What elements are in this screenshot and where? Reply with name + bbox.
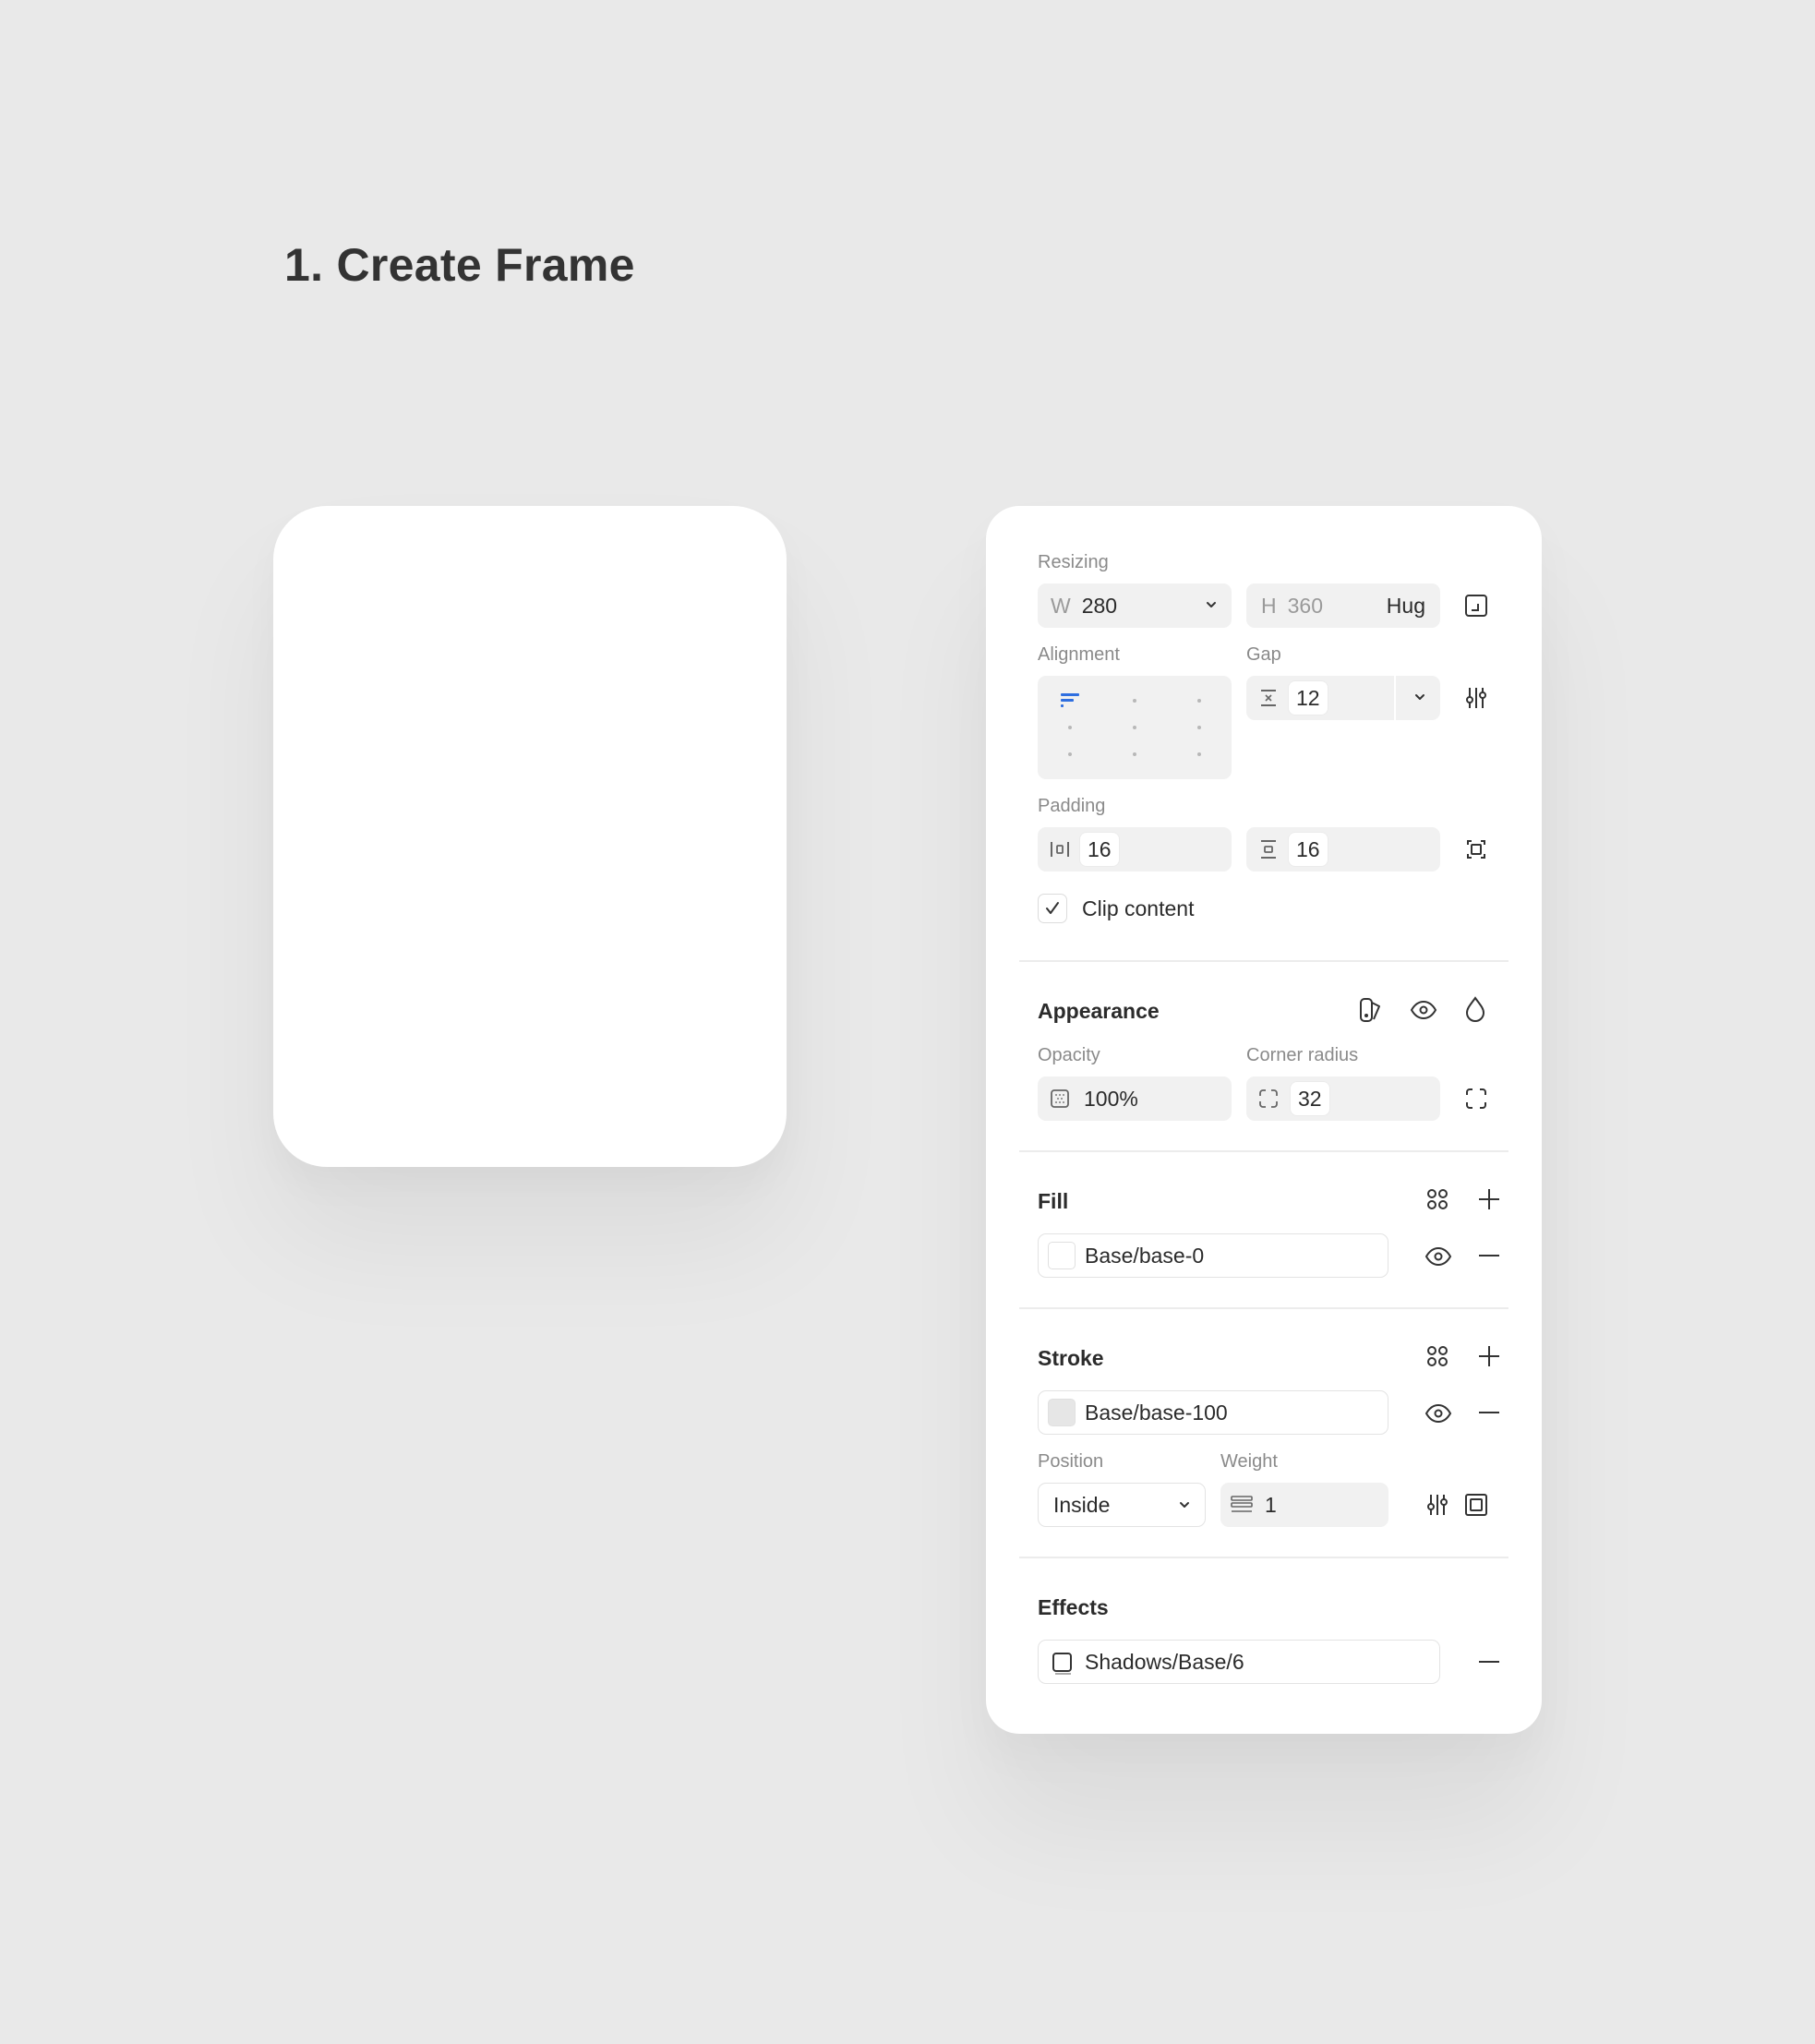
corner-radius-field[interactable]: 32 bbox=[1246, 1076, 1440, 1121]
stroke-sides-icon[interactable] bbox=[1463, 1492, 1489, 1518]
height-mode[interactable]: Hug bbox=[1387, 594, 1425, 619]
width-value[interactable]: 280 bbox=[1082, 594, 1117, 619]
section-divider bbox=[1019, 1307, 1508, 1309]
padding-horizontal-icon bbox=[1049, 838, 1071, 860]
section-divider bbox=[1019, 960, 1508, 962]
clip-content-checkbox[interactable] bbox=[1038, 894, 1067, 923]
align-middle-right-dot[interactable] bbox=[1197, 726, 1201, 729]
stroke-position-label: Position bbox=[1038, 1451, 1104, 1472]
align-top-right-dot[interactable] bbox=[1197, 699, 1201, 703]
stroke-style-value[interactable]: Base/base-100 bbox=[1085, 1401, 1228, 1425]
check-icon bbox=[1046, 902, 1059, 914]
resizing-label: Resizing bbox=[1038, 552, 1109, 572]
drop-icon[interactable] bbox=[1460, 995, 1490, 1025]
effects-style-field[interactable]: Shadows/Base/6 bbox=[1038, 1640, 1440, 1684]
align-bottom-right-dot[interactable] bbox=[1197, 752, 1201, 756]
remove-fill-icon[interactable] bbox=[1475, 1242, 1503, 1269]
padding-vertical-icon bbox=[1257, 838, 1280, 860]
chevron-down-icon[interactable] bbox=[1412, 690, 1427, 704]
sliders-icon[interactable] bbox=[1463, 685, 1489, 711]
chevron-down-icon[interactable] bbox=[1204, 597, 1219, 612]
corner-radius-value[interactable]: 32 bbox=[1291, 1082, 1329, 1115]
add-fill-icon[interactable] bbox=[1475, 1185, 1503, 1213]
stroke-position-value[interactable]: Inside bbox=[1053, 1493, 1110, 1518]
gap-divider bbox=[1394, 676, 1396, 720]
corner-radius-label: Corner radius bbox=[1246, 1045, 1359, 1065]
effects-style-value[interactable]: Shadows/Base/6 bbox=[1085, 1650, 1244, 1675]
frame-preview[interactable] bbox=[273, 506, 787, 1167]
styles-grid-icon[interactable] bbox=[1424, 1342, 1451, 1370]
stroke-weight-value[interactable]: 1 bbox=[1265, 1493, 1277, 1518]
chevron-down-icon[interactable] bbox=[1177, 1497, 1192, 1512]
appearance-title: Appearance bbox=[1038, 999, 1160, 1023]
clip-content-label[interactable]: Clip content bbox=[1082, 896, 1194, 921]
properties-panel: Resizing W 280 H 360 Hug Alignment Gap 1… bbox=[986, 506, 1542, 1734]
independent-corners-icon[interactable] bbox=[1463, 1086, 1489, 1112]
eye-icon[interactable] bbox=[1424, 1242, 1453, 1271]
opacity-icon bbox=[1049, 1088, 1071, 1110]
corner-radius-icon bbox=[1257, 1088, 1280, 1110]
add-stroke-icon[interactable] bbox=[1475, 1342, 1503, 1370]
gap-label: Gap bbox=[1246, 644, 1281, 665]
section-divider bbox=[1019, 1557, 1508, 1558]
align-middle-center-dot[interactable] bbox=[1133, 726, 1136, 729]
gap-vertical-icon bbox=[1257, 687, 1280, 709]
variable-mode-icon[interactable] bbox=[1357, 995, 1387, 1025]
align-top-center-dot[interactable] bbox=[1133, 699, 1136, 703]
stroke-title: Stroke bbox=[1038, 1346, 1104, 1370]
eye-icon[interactable] bbox=[1424, 1399, 1453, 1428]
padding-vertical-field[interactable]: 16 bbox=[1246, 827, 1440, 872]
align-top-left-icon[interactable] bbox=[1060, 691, 1080, 711]
width-field[interactable]: W 280 bbox=[1038, 583, 1232, 628]
fill-style-field[interactable]: Base/base-0 bbox=[1038, 1233, 1388, 1278]
opacity-field[interactable]: 100% bbox=[1038, 1076, 1232, 1121]
effects-title: Effects bbox=[1038, 1595, 1109, 1619]
padding-horizontal-value[interactable]: 16 bbox=[1080, 833, 1119, 866]
sliders-icon[interactable] bbox=[1424, 1492, 1450, 1518]
align-middle-left-dot[interactable] bbox=[1068, 726, 1072, 729]
padding-label: Padding bbox=[1038, 796, 1106, 816]
height-value: 360 bbox=[1287, 593, 1323, 618]
stroke-swatch[interactable] bbox=[1048, 1399, 1076, 1426]
stroke-weight-icon bbox=[1230, 1493, 1254, 1517]
section-divider bbox=[1019, 1150, 1508, 1152]
gap-field[interactable]: 12 bbox=[1246, 676, 1440, 720]
resize-constraint-icon[interactable] bbox=[1463, 593, 1489, 619]
opacity-value[interactable]: 100% bbox=[1084, 1087, 1138, 1112]
height-field[interactable]: H 360 Hug bbox=[1246, 583, 1440, 628]
page-title: 1. Create Frame bbox=[284, 239, 635, 291]
stroke-weight-field[interactable]: 1 bbox=[1220, 1483, 1388, 1527]
gap-value[interactable]: 12 bbox=[1289, 681, 1328, 715]
styles-grid-icon[interactable] bbox=[1424, 1185, 1451, 1213]
alignment-grid[interactable] bbox=[1038, 676, 1232, 779]
opacity-label: Opacity bbox=[1038, 1045, 1100, 1065]
padding-vertical-value[interactable]: 16 bbox=[1289, 833, 1328, 866]
align-bottom-center-dot[interactable] bbox=[1133, 752, 1136, 756]
alignment-label: Alignment bbox=[1038, 644, 1120, 665]
shadow-icon bbox=[1050, 1650, 1076, 1676]
width-prefix: W bbox=[1051, 593, 1071, 618]
padding-horizontal-field[interactable]: 16 bbox=[1038, 827, 1232, 872]
eye-icon[interactable] bbox=[1409, 995, 1438, 1025]
align-bottom-left-dot[interactable] bbox=[1068, 752, 1072, 756]
padding-individual-icon[interactable] bbox=[1463, 836, 1489, 862]
stroke-weight-label: Weight bbox=[1220, 1451, 1278, 1472]
fill-swatch[interactable] bbox=[1048, 1242, 1076, 1269]
remove-effect-icon[interactable] bbox=[1475, 1648, 1503, 1676]
stroke-position-select[interactable]: Inside bbox=[1038, 1483, 1206, 1527]
remove-stroke-icon[interactable] bbox=[1475, 1399, 1503, 1426]
fill-title: Fill bbox=[1038, 1189, 1069, 1213]
stroke-style-field[interactable]: Base/base-100 bbox=[1038, 1390, 1388, 1435]
fill-style-value[interactable]: Base/base-0 bbox=[1085, 1244, 1204, 1268]
height-prefix: H bbox=[1261, 593, 1277, 618]
